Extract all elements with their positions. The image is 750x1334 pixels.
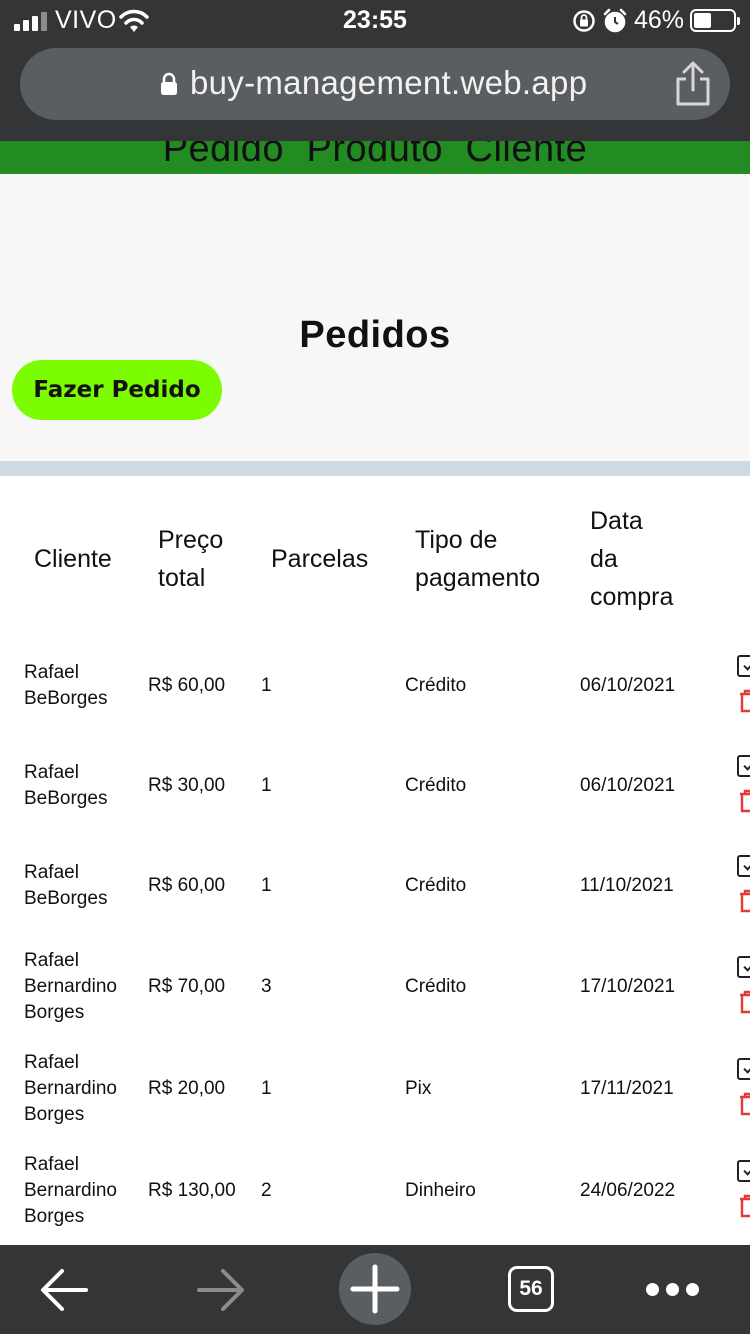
cell-data: 11/10/2021	[580, 875, 674, 896]
cell-parcelas: 3	[261, 976, 272, 997]
nav-link-pedido[interactable]: Pedido	[163, 141, 284, 170]
cell-preco: R$ 30,00	[148, 775, 226, 796]
header-data-compra: Data da compra	[590, 507, 674, 611]
header-cliente: Cliente	[34, 545, 112, 573]
trash-icon[interactable]	[738, 1194, 750, 1218]
cell-data: 06/10/2021	[580, 775, 676, 796]
cell-cliente: Rafael BeBorges	[24, 862, 108, 909]
trash-icon[interactable]	[738, 889, 750, 913]
cell-preco: R$ 130,00	[148, 1180, 236, 1201]
back-arrow-icon[interactable]	[38, 1245, 92, 1334]
trash-icon[interactable]	[738, 789, 750, 813]
cell-tipo: Crédito	[405, 875, 467, 896]
cell-cliente: Rafael Bernardino Borges	[24, 1052, 117, 1125]
edit-icon[interactable]	[737, 855, 750, 877]
nav-bar: Pedido Produto Cliente	[0, 141, 750, 174]
cell-preco: R$ 60,00	[148, 675, 226, 696]
edit-icon[interactable]	[737, 755, 750, 777]
cell-parcelas: 1	[261, 775, 272, 796]
tabs-button[interactable]: 56	[508, 1266, 554, 1312]
cell-data: 06/10/2021	[580, 675, 676, 696]
rotation-lock-icon	[573, 10, 595, 32]
cell-preco: R$ 60,00	[148, 875, 226, 896]
edit-icon[interactable]	[737, 1160, 750, 1182]
status-bar: VIVO 23:55 46%	[0, 0, 750, 44]
cell-preco: R$ 20,00	[148, 1078, 226, 1099]
more-icon[interactable]	[640, 1245, 710, 1334]
make-order-button[interactable]: Fazer Pedido	[12, 360, 222, 420]
plus-icon	[350, 1264, 400, 1314]
nav-link-cliente[interactable]: Cliente	[466, 141, 588, 170]
forward-arrow-icon[interactable]	[193, 1245, 247, 1334]
cell-cliente: Rafael Bernardino Borges	[24, 950, 117, 1023]
header-tipo-pagamento: Tipo de pagamento	[415, 526, 541, 592]
url-text: buy-management.web.app	[190, 64, 588, 101]
cell-cliente: Rafael BeBorges	[24, 762, 108, 809]
trash-icon[interactable]	[738, 990, 750, 1014]
cell-cliente: Rafael BeBorges	[24, 662, 108, 709]
battery-percent: 46%	[634, 6, 685, 34]
battery-icon	[690, 9, 740, 32]
share-icon[interactable]	[670, 60, 716, 108]
lock-icon	[161, 72, 177, 95]
edit-icon[interactable]	[737, 956, 750, 978]
section-divider	[0, 461, 750, 476]
edit-icon[interactable]	[737, 655, 750, 677]
edit-icon[interactable]	[737, 1058, 750, 1080]
cell-data: 24/06/2022	[580, 1180, 676, 1201]
new-tab-button[interactable]	[339, 1253, 411, 1325]
cell-tipo: Dinheiro	[405, 1180, 476, 1201]
cell-parcelas: 1	[261, 675, 272, 696]
cell-parcelas: 1	[261, 875, 272, 896]
cell-tipo: Pix	[405, 1078, 432, 1099]
trash-icon[interactable]	[738, 689, 750, 713]
cell-parcelas: 1	[261, 1078, 272, 1099]
cell-data: 17/11/2021	[580, 1078, 674, 1099]
cell-preco: R$ 70,00	[148, 976, 226, 997]
cell-cliente: Rafael Bernardino Borges	[24, 1154, 117, 1227]
header-parcelas: Parcelas	[271, 545, 369, 573]
page-title: Pedidos	[299, 314, 451, 356]
cell-data: 17/10/2021	[580, 976, 676, 997]
cell-tipo: Crédito	[405, 976, 467, 997]
browser-bottom-toolbar: 56	[0, 1245, 750, 1334]
trash-icon[interactable]	[738, 1092, 750, 1116]
header-section: Pedidos Fazer Pedido	[0, 174, 750, 461]
cell-tipo: Crédito	[405, 675, 467, 696]
header-preco-total: Preço total	[158, 526, 224, 592]
nav-link-produto[interactable]: Produto	[306, 141, 443, 170]
cell-tipo: Crédito	[405, 775, 467, 796]
alarm-icon	[603, 8, 627, 33]
cell-parcelas: 2	[261, 1180, 272, 1201]
browser-toolbar: buy-management.web.app	[0, 44, 750, 141]
address-bar[interactable]: buy-management.web.app	[20, 48, 730, 120]
